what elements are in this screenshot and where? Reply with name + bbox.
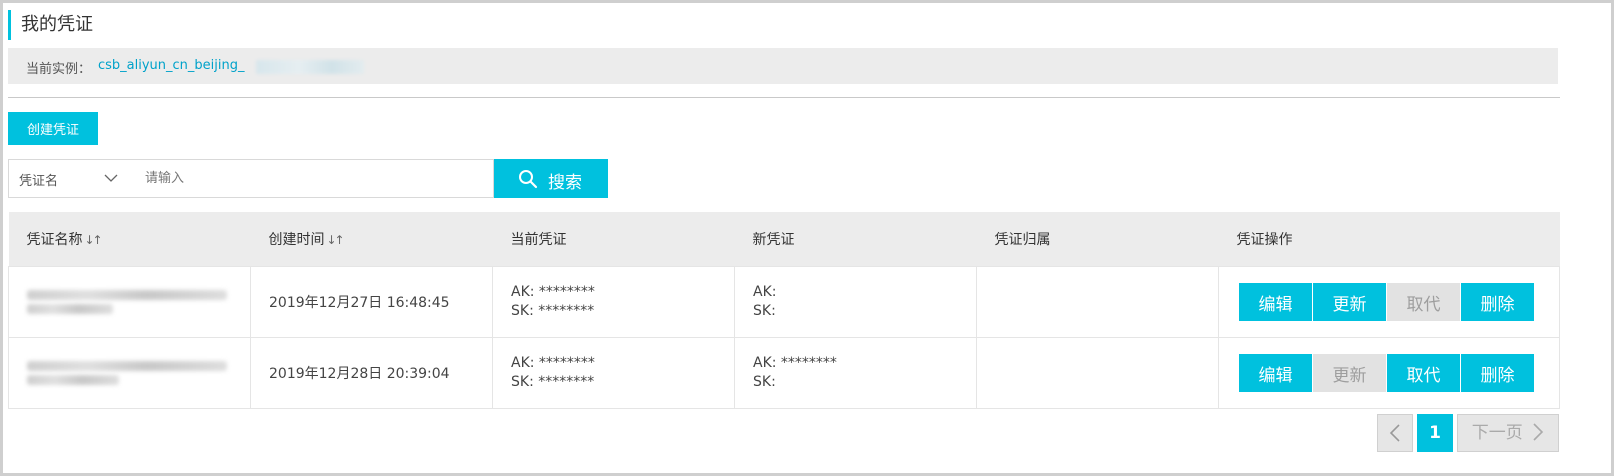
delete-button[interactable]: 删除 xyxy=(1461,354,1534,392)
cell-current: AK: ******** SK: ******** xyxy=(492,266,735,338)
redacted-instance-suffix xyxy=(256,60,364,74)
update-button[interactable]: 更新 xyxy=(1313,283,1386,321)
header-ops: 凭证操作 xyxy=(1218,212,1560,267)
cell-owner xyxy=(976,337,1219,409)
instance-bar: 当前实例： csb_aliyun_cn_beijing_ xyxy=(8,48,1558,84)
page-title: 我的凭证 xyxy=(8,10,93,40)
divider xyxy=(8,97,1560,98)
chevron-left-icon xyxy=(1389,424,1400,442)
new-ak: AK: xyxy=(753,284,777,300)
cell-created: 2019年12月27日 16:48:45 xyxy=(250,266,493,338)
instance-label: 当前实例： xyxy=(26,62,92,77)
cell-ops: 编辑 更新 取代 删除 xyxy=(1218,337,1560,409)
header-current: 当前凭证 xyxy=(492,212,735,267)
replace-button: 取代 xyxy=(1387,283,1460,321)
redacted-credential-name xyxy=(27,361,233,385)
instance-link[interactable]: csb_aliyun_cn_beijing_ xyxy=(98,58,245,73)
search-button[interactable]: 搜索 xyxy=(494,159,608,198)
new-ak: AK: ******** xyxy=(753,355,837,371)
next-page-label: 下一页 xyxy=(1471,423,1523,443)
header-name[interactable]: 凭证名称 ↓↑ xyxy=(8,212,251,267)
cell-new: AK: SK: xyxy=(734,266,977,338)
search-field-value: 凭证名 xyxy=(19,174,59,189)
header-owner: 凭证归属 xyxy=(976,212,1219,267)
delete-button[interactable]: 删除 xyxy=(1461,283,1534,321)
sort-icon[interactable]: ↓↑ xyxy=(85,233,103,247)
search-input-wrap xyxy=(129,159,494,198)
header-created[interactable]: 创建时间 ↓↑ xyxy=(250,212,493,267)
header-new: 新凭证 xyxy=(734,212,977,267)
cell-ops: 编辑 更新 取代 删除 xyxy=(1218,266,1560,338)
table-row: 2019年12月27日 16:48:45 AK: ******** SK: **… xyxy=(8,266,1560,338)
cell-name xyxy=(8,266,251,338)
cell-created: 2019年12月28日 20:39:04 xyxy=(250,337,493,409)
table-row: 2019年12月28日 20:39:04 AK: ******** SK: **… xyxy=(8,337,1560,409)
search-input[interactable] xyxy=(143,160,487,197)
search-field-select[interactable]: 凭证名 xyxy=(8,159,130,198)
table-header-row: 凭证名称 ↓↑ 创建时间 ↓↑ 当前凭证 新凭证 凭证归属 凭证操作 xyxy=(8,212,1560,267)
search-button-label: 搜索 xyxy=(548,173,582,193)
current-sk: SK: ******** xyxy=(511,303,595,319)
edit-button[interactable]: 编辑 xyxy=(1239,283,1312,321)
new-sk: SK: xyxy=(753,374,776,390)
sort-icon[interactable]: ↓↑ xyxy=(327,233,345,247)
cell-owner xyxy=(976,266,1219,338)
create-credential-button[interactable]: 创建凭证 xyxy=(8,112,98,145)
prev-page-button[interactable] xyxy=(1377,414,1413,452)
current-ak: AK: ******** xyxy=(511,284,595,300)
cell-name xyxy=(8,337,251,409)
replace-button[interactable]: 取代 xyxy=(1387,354,1460,392)
cell-current: AK: ******** SK: ******** xyxy=(492,337,735,409)
update-button: 更新 xyxy=(1313,354,1386,392)
search-icon xyxy=(519,170,538,189)
chevron-right-icon xyxy=(1533,423,1544,441)
cell-new: AK: ******** SK: xyxy=(734,337,977,409)
page-number-button[interactable]: 1 xyxy=(1417,414,1453,452)
edit-button[interactable]: 编辑 xyxy=(1239,354,1312,392)
current-sk: SK: ******** xyxy=(511,374,595,390)
next-page-button[interactable]: 下一页 xyxy=(1457,414,1559,452)
credentials-table: 凭证名称 ↓↑ 创建时间 ↓↑ 当前凭证 新凭证 凭证归属 凭证操作 2019年12… xyxy=(8,212,1560,409)
new-sk: SK: xyxy=(753,303,776,319)
current-ak: AK: ******** xyxy=(511,355,595,371)
redacted-credential-name xyxy=(27,290,233,314)
chevron-down-icon xyxy=(104,174,118,182)
